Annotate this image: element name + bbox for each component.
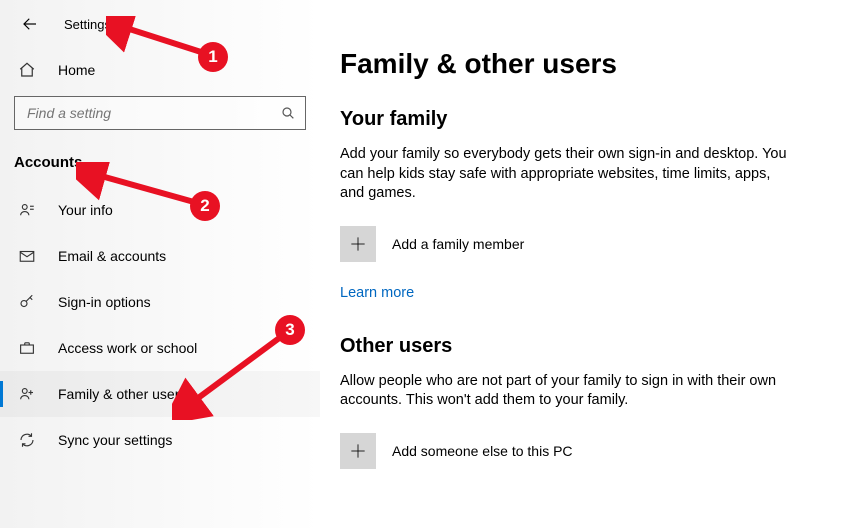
- settings-sidebar: Settings Home Accounts: [0, 0, 320, 528]
- plus-icon: [340, 226, 376, 262]
- add-other-label: Add someone else to this PC: [392, 443, 573, 459]
- home-icon: [18, 61, 36, 79]
- sidebar-item-family-users[interactable]: Family & other users: [0, 371, 320, 417]
- key-icon: [18, 293, 36, 311]
- sidebar-item-label: Email & accounts: [58, 248, 166, 264]
- sidebar-item-your-info[interactable]: Your info: [0, 187, 320, 233]
- sidebar-item-label: Family & other users: [58, 386, 186, 402]
- family-body: Add your family so everybody gets their …: [340, 145, 790, 204]
- add-other-user-button[interactable]: Add someone else to this PC: [340, 433, 844, 469]
- add-family-label: Add a family member: [392, 236, 524, 252]
- learn-more-link[interactable]: Learn more: [340, 285, 414, 301]
- briefcase-icon: [18, 339, 36, 357]
- family-heading: Your family: [340, 108, 844, 131]
- other-users-body: Allow people who are not part of your fa…: [340, 372, 790, 411]
- sync-icon: [18, 431, 36, 449]
- back-arrow-icon: [21, 15, 39, 33]
- search-input[interactable]: [25, 104, 279, 122]
- back-button[interactable]: [20, 14, 40, 34]
- other-users-heading: Other users: [340, 335, 844, 358]
- sidebar-item-email-accounts[interactable]: Email & accounts: [0, 233, 320, 279]
- main-content: Family & other users Your family Add you…: [340, 0, 844, 528]
- sidebar-item-sync[interactable]: Sync your settings: [0, 417, 320, 463]
- sidebar-item-label: Sync your settings: [58, 432, 172, 448]
- search-box[interactable]: [14, 96, 306, 130]
- add-family-member-button[interactable]: Add a family member: [340, 226, 844, 262]
- mail-icon: [18, 247, 36, 265]
- window-title: Settings: [64, 17, 111, 32]
- sidebar-item-signin-options[interactable]: Sign-in options: [0, 279, 320, 325]
- home-label: Home: [58, 62, 95, 78]
- page-title: Family & other users: [340, 48, 844, 80]
- sidebar-item-label: Access work or school: [58, 340, 197, 356]
- person-badge-icon: [18, 201, 36, 219]
- sidebar-home[interactable]: Home: [0, 48, 320, 92]
- search-icon: [279, 104, 297, 122]
- plus-icon: [340, 433, 376, 469]
- sidebar-item-label: Your info: [58, 202, 113, 218]
- sidebar-item-work-school[interactable]: Access work or school: [0, 325, 320, 371]
- sidebar-item-label: Sign-in options: [58, 294, 151, 310]
- section-title: Accounts: [0, 130, 320, 175]
- people-icon: [18, 385, 36, 403]
